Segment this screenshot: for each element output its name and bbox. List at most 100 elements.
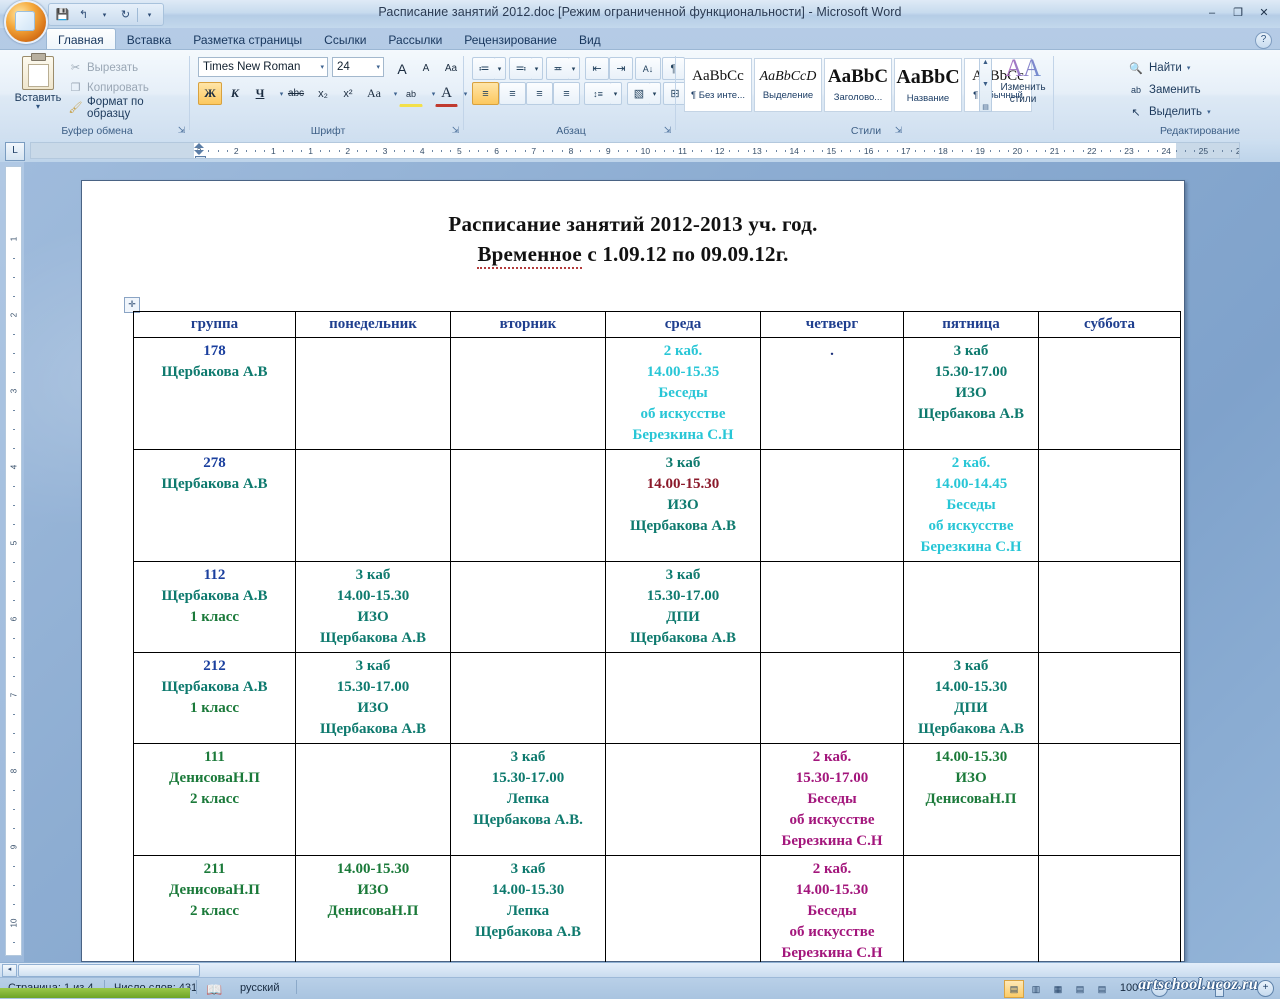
document-canvas[interactable]: Расписание занятий 2012-2013 уч. год. Вр… [24, 162, 1280, 962]
undo-icon[interactable]: ↰ [74, 6, 93, 23]
web-layout-view-button[interactable]: ▦ [1048, 980, 1068, 998]
increase-indent-button[interactable]: ⇥ [609, 57, 633, 80]
scroll-left-icon[interactable]: ◂ [2, 964, 17, 977]
close-button[interactable]: ✕ [1252, 3, 1276, 22]
cell-tuesday[interactable] [450, 337, 606, 450]
help-icon[interactable]: ? [1255, 32, 1272, 49]
column-header-tuesday[interactable]: вторник [450, 311, 606, 338]
bullets-button[interactable]: ≔ [472, 57, 496, 80]
cell-saturday[interactable] [1038, 561, 1181, 653]
tab-references[interactable]: Ссылки [313, 30, 377, 50]
replace-button[interactable]: ab Заменить [1128, 80, 1201, 100]
font-size-input[interactable]: 24 ▾ [332, 57, 384, 77]
cell-saturday[interactable] [1038, 652, 1181, 744]
column-header-thursday[interactable]: четверг [760, 311, 904, 338]
styles-scroll-down-icon[interactable]: ▼ [982, 81, 989, 88]
styles-scrollbar[interactable]: ▲ ▼ ▤ [979, 58, 992, 112]
tab-insert[interactable]: Вставка [116, 30, 183, 50]
strikethrough-button[interactable]: abc [282, 82, 310, 105]
office-button[interactable] [4, 0, 48, 44]
shading-caret-icon[interactable]: ▾ [649, 82, 661, 105]
restore-button[interactable]: ❐ [1226, 3, 1250, 22]
cell-wednesday[interactable]: 3 каб 14.00-15.30 ИЗО Щербакова А.В [605, 449, 761, 562]
line-spacing-caret-icon[interactable]: ▾ [610, 82, 622, 105]
indent-marker[interactable] [194, 143, 206, 158]
cell-thursday[interactable] [760, 561, 904, 653]
column-header-group[interactable]: группа [133, 311, 296, 338]
styles-dialog-launcher[interactable]: ⇲ [893, 125, 904, 136]
cell-friday[interactable]: 3 каб 15.30-17.00 ИЗО Щербакова А.В [903, 337, 1039, 450]
cell-saturday[interactable] [1038, 855, 1181, 962]
cell-thursday[interactable]: . [760, 337, 904, 450]
multilevel-caret-icon[interactable]: ▾ [568, 57, 580, 80]
cell-monday[interactable]: 14.00-15.30 ИЗО ДенисоваН.П [295, 855, 451, 962]
underline-button[interactable]: Ч [248, 82, 272, 105]
cell-group[interactable]: 111 ДенисоваН.П 2 класс [133, 743, 296, 856]
cell-wednesday[interactable] [605, 743, 761, 856]
schedule-table[interactable]: группа понедельник вторник среда четверг… [133, 311, 1181, 962]
cell-saturday[interactable] [1038, 449, 1181, 562]
cell-thursday[interactable]: 2 каб. 14.00-15.30 Беседы об искусстве Берез… [760, 855, 904, 962]
sort-button[interactable]: A↓ [635, 57, 661, 80]
select-caret-icon[interactable]: ▾ [1207, 108, 1211, 116]
cell-monday[interactable]: 3 каб 15.30-17.00 ИЗО Щербакова А.В [295, 652, 451, 744]
undo-caret-icon[interactable]: ▾ [95, 6, 114, 23]
cell-group[interactable]: 211 ДенисоваН.П 2 класс [133, 855, 296, 962]
shrink-font-button[interactable]: A [414, 57, 438, 80]
numbering-caret-icon[interactable]: ▾ [531, 57, 543, 80]
justify-button[interactable]: ≡ [553, 82, 580, 105]
vertical-ruler[interactable]: 1 2 3 4 5 6 7 8 9 10 [5, 166, 22, 956]
cell-group[interactable]: 178 Щербакова А.В [133, 337, 296, 450]
tab-mailings[interactable]: Рассылки [377, 30, 453, 50]
cell-friday[interactable] [903, 855, 1039, 962]
cell-wednesday[interactable] [605, 652, 761, 744]
cell-thursday[interactable] [760, 652, 904, 744]
cell-saturday[interactable] [1038, 743, 1181, 856]
minimize-button[interactable]: – [1200, 3, 1224, 22]
column-header-wednesday[interactable]: среда [605, 311, 761, 338]
multilevel-list-button[interactable]: ≖ [546, 57, 570, 80]
horizontal-ruler[interactable]: 3 2 1 1 2 3 4 5 6 7 8 9 10 11 12 13 14 15 16 17 18 19 20 21 22 23… [30, 142, 1240, 159]
cell-tuesday[interactable]: 3 каб 14.00-15.30 Лепка Щербакова А.В [450, 855, 606, 962]
cell-friday[interactable] [903, 561, 1039, 653]
paste-caret-icon[interactable]: ▾ [36, 103, 40, 111]
cell-tuesday[interactable] [450, 449, 606, 562]
shading-button[interactable]: ▧ [627, 82, 651, 105]
find-button[interactable]: 🔍 Найти ▾ [1128, 58, 1190, 78]
grow-font-button[interactable]: A [390, 57, 414, 80]
print-layout-view-button[interactable]: ▤ [1004, 980, 1024, 998]
tab-page-layout[interactable]: Разметка страницы [182, 30, 313, 50]
decrease-indent-button[interactable]: ⇤ [585, 57, 609, 80]
font-dialog-launcher[interactable]: ⇲ [450, 125, 461, 136]
align-left-button[interactable]: ≡ [472, 82, 499, 105]
draft-view-button[interactable]: ▤ [1092, 980, 1112, 998]
outline-view-button[interactable]: ▤ [1070, 980, 1090, 998]
change-styles-button[interactable]: AA Изменить стили [996, 56, 1050, 118]
style-item-heading[interactable]: AaBbC Заголово... [824, 58, 892, 112]
cell-group[interactable]: 278 Щербакова А.В [133, 449, 296, 562]
bold-button[interactable]: Ж [198, 82, 222, 105]
column-header-saturday[interactable]: суббота [1038, 311, 1181, 338]
tab-home[interactable]: Главная [46, 28, 116, 50]
italic-button[interactable]: К [223, 82, 247, 105]
line-spacing-button[interactable]: ↕≡ [584, 82, 612, 105]
cut-button[interactable]: ✂ Вырезать [68, 58, 138, 77]
numbering-button[interactable]: ≕ [509, 57, 533, 80]
style-item-title[interactable]: AaBbC Название [894, 58, 962, 112]
column-header-friday[interactable]: пятница [903, 311, 1039, 338]
quick-access-toolbar[interactable]: 💾 ↰ ▾ ↻ ▾ [48, 3, 164, 26]
superscript-button[interactable]: x² [336, 82, 360, 105]
cell-monday[interactable] [295, 449, 451, 562]
cell-friday[interactable]: 3 каб 14.00-15.30 ДПИ Щербакова А.В [903, 652, 1039, 744]
font-name-caret-icon[interactable]: ▾ [320, 63, 324, 71]
style-item-emphasis[interactable]: AaBbCcD Выделение [754, 58, 822, 112]
cell-thursday[interactable]: 2 каб. 15.30-17.00 Беседы об искусстве Берез… [760, 743, 904, 856]
font-size-caret-icon[interactable]: ▾ [376, 63, 380, 71]
full-screen-view-button[interactable]: ▥ [1026, 980, 1046, 998]
paste-button[interactable]: Вставить ▾ [12, 53, 64, 118]
column-header-monday[interactable]: понедельник [295, 311, 451, 338]
document-page[interactable]: Расписание занятий 2012-2013 уч. год. Вр… [81, 180, 1185, 962]
style-item-no-spacing[interactable]: AaBbCc ¶ Без инте... [684, 58, 752, 112]
align-right-button[interactable]: ≡ [526, 82, 553, 105]
find-caret-icon[interactable]: ▾ [1187, 64, 1191, 72]
